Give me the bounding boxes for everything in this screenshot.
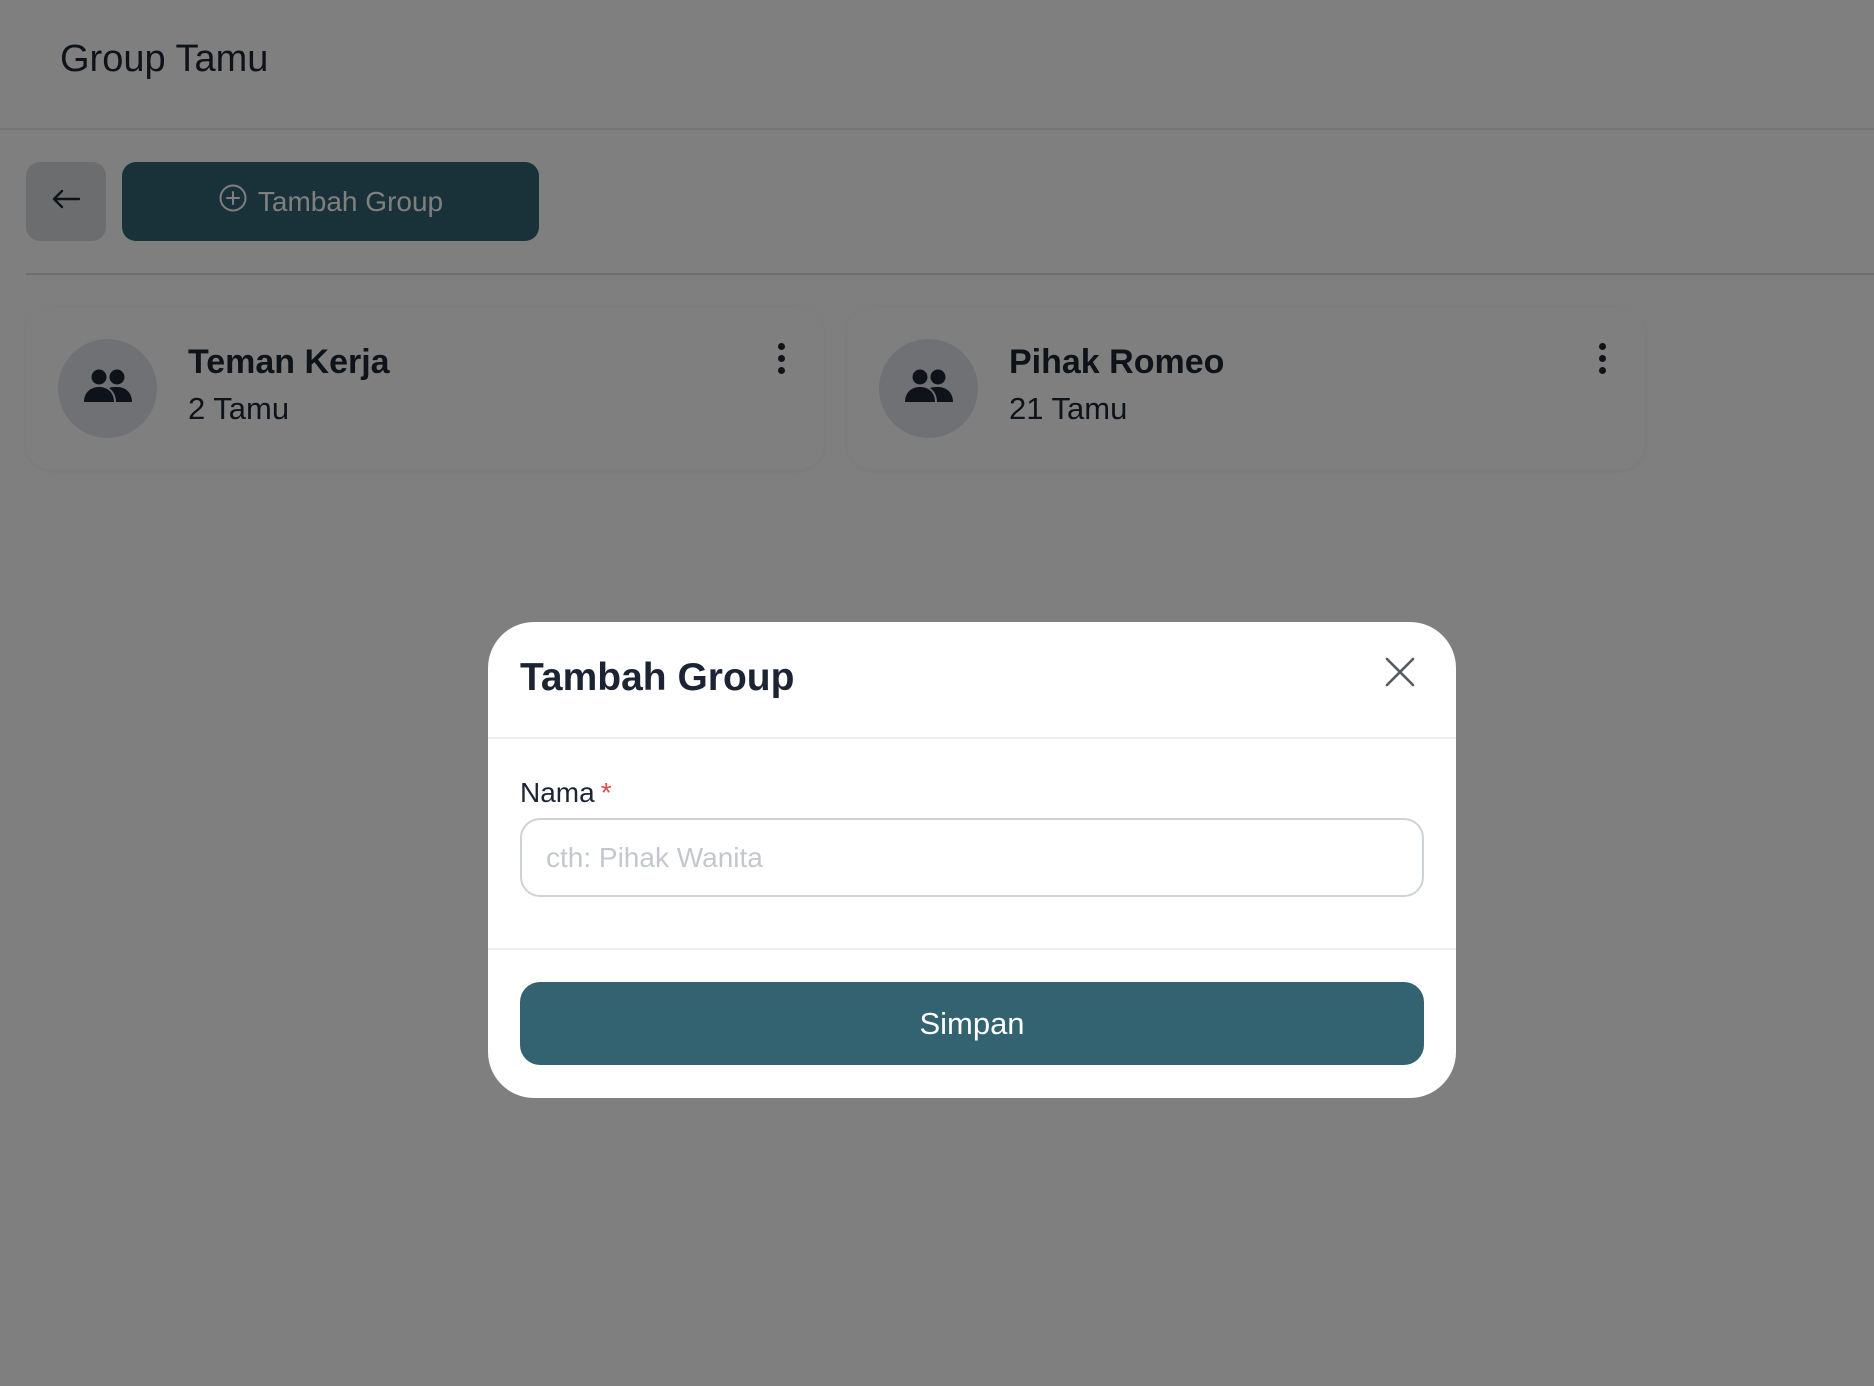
close-button[interactable] <box>1378 652 1422 696</box>
save-button[interactable]: Simpan <box>520 982 1424 1065</box>
page: Group Tamu Tambah Group <box>0 0 1874 1386</box>
modal-divider <box>488 948 1456 950</box>
modal-title: Tambah Group <box>520 656 795 699</box>
add-group-modal: Tambah Group Nama* Simpan <box>488 622 1456 1098</box>
close-icon <box>1384 656 1416 693</box>
name-label-text: Nama <box>520 777 595 808</box>
name-field-label: Nama * <box>520 777 612 809</box>
modal-header: Tambah Group <box>488 622 1456 739</box>
group-name-input[interactable] <box>520 818 1424 897</box>
required-marker: * <box>600 777 612 808</box>
